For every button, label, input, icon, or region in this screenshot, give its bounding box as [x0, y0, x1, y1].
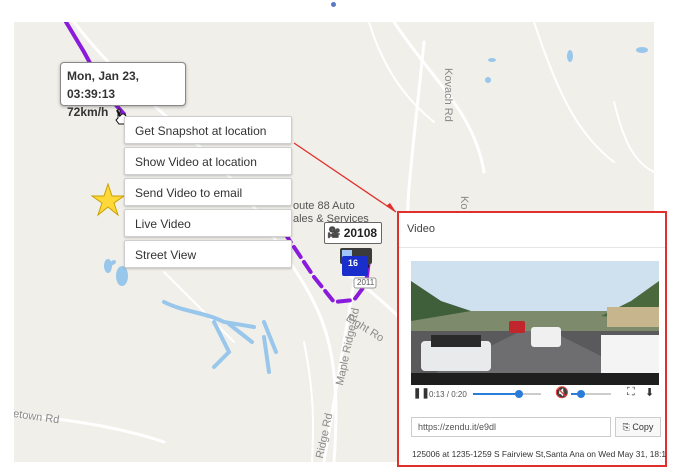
menu-item-send-video[interactable]: Send Video to email: [124, 178, 292, 206]
tooltip-date: Mon, Jan 23, 03:39:13: [67, 69, 140, 101]
video-frame: [411, 261, 659, 385]
share-url-field[interactable]: https://zendu.it/e9dl: [411, 417, 611, 437]
video-caption: 125006 at 1235-1259 S Fairview St,Santa …: [412, 449, 667, 459]
road-label-kovach: Kovach Rd: [442, 68, 454, 122]
volume-bar-thumb[interactable]: [577, 390, 585, 398]
vehicle-badge[interactable]: 16: [344, 258, 362, 268]
vehicle-id: 20108: [343, 226, 378, 240]
video-panel-title: Video: [407, 223, 435, 235]
copy-button-label: Copy: [632, 422, 654, 432]
video-panel-divider: [399, 247, 665, 248]
menu-item-live-video[interactable]: Live Video: [124, 209, 292, 237]
menu-item-street-view[interactable]: Street View: [124, 240, 292, 268]
mute-icon[interactable]: 🔇: [555, 386, 569, 399]
road-shield-label: 2011: [357, 278, 375, 287]
download-icon[interactable]: ⬇: [645, 386, 654, 399]
menu-item-snapshot[interactable]: Get Snapshot at location: [124, 116, 292, 144]
copy-button[interactable]: ⎘ Copy: [615, 417, 661, 437]
pause-icon[interactable]: ❚❚: [413, 388, 430, 399]
star-icon: [90, 182, 126, 217]
video-panel: Video ❚❚ 0:13 / 0:20 🔇 ⛶ ⬇ https://zendu…: [397, 211, 667, 467]
seek-bar[interactable]: [473, 390, 541, 398]
video-player[interactable]: [411, 261, 659, 385]
menu-item-show-video[interactable]: Show Video at location: [124, 147, 292, 175]
camera-icon: 🎥: [327, 227, 341, 239]
location-tooltip: Mon, Jan 23, 03:39:13 72km/h: [60, 62, 186, 119]
location-dot: [331, 2, 336, 7]
seek-bar-fill: [473, 393, 518, 395]
copy-icon: ⎘: [622, 422, 630, 432]
business-label-line1: oute 88 Auto: [293, 200, 355, 212]
volume-bar[interactable]: [571, 390, 611, 398]
road-label-ko: Ko: [458, 196, 470, 210]
video-time: 0:13 / 0:20: [429, 390, 467, 399]
fullscreen-icon[interactable]: ⛶: [627, 386, 635, 399]
seek-bar-thumb[interactable]: [515, 390, 523, 398]
vehicle-label[interactable]: 🎥 20108: [324, 222, 383, 244]
video-controls: ❚❚ 0:13 / 0:20 🔇 ⛶ ⬇: [411, 385, 659, 403]
